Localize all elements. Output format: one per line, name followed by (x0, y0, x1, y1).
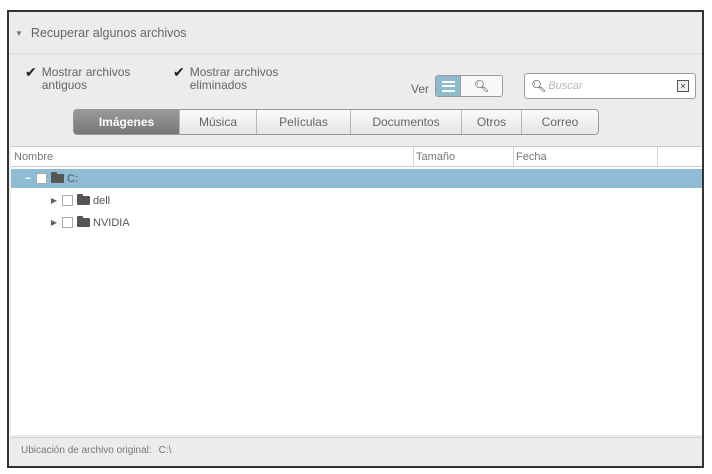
tab-musica[interactable]: Música (180, 110, 257, 134)
row-name: NVIDIA (93, 216, 130, 229)
expand-arrow-icon[interactable]: ▶ (49, 196, 59, 205)
search-icon: 🔍︎ (473, 79, 490, 93)
collapse-icon[interactable]: ━ (23, 174, 33, 183)
file-tree-table: Nombre Tamaño Fecha ━ C: ▶ dell ▶ NVIDIA (11, 146, 702, 435)
show-deleted-files-checkbox[interactable]: ✔ Mostrar archivos eliminados (173, 64, 310, 92)
recover-files-panel: ▼ Recuperar algunos archivos ✔ Mostrar a… (7, 10, 704, 468)
show-old-files-label: Mostrar archivos antiguos (41, 65, 131, 92)
original-location-value: C:\ (158, 445, 172, 456)
tab-peliculas[interactable]: Películas (257, 110, 351, 134)
original-location-label: Ubicación de archivo original: (21, 445, 152, 456)
folder-icon (51, 172, 64, 183)
row-checkbox[interactable] (62, 195, 73, 206)
tree-row-c[interactable]: ━ C: (11, 169, 702, 188)
checkmark-icon: ✔ (173, 64, 185, 80)
view-mode-toggle: 🔍︎ (435, 75, 503, 97)
table-header: Nombre Tamaño Fecha (11, 147, 702, 167)
folder-icon (77, 194, 90, 205)
folder-icon (77, 216, 90, 227)
options-bar: ✔ Mostrar archivos antiguos ✔ Mostrar ar… (9, 56, 702, 106)
panel-header[interactable]: ▼ Recuperar algunos archivos (9, 12, 702, 54)
collapse-triangle-icon[interactable]: ▼ (15, 29, 23, 38)
checkmark-icon: ✔ (25, 64, 37, 80)
row-name: dell (93, 194, 111, 207)
tab-otros[interactable]: Otros (462, 110, 522, 134)
expand-arrow-icon[interactable]: ▶ (49, 218, 59, 227)
list-view-button[interactable] (436, 76, 461, 96)
search-icon: 🔍︎ (531, 79, 547, 93)
column-header-date[interactable]: Fecha (514, 147, 658, 167)
view-label: Ver (411, 82, 430, 96)
tab-documentos[interactable]: Documentos (351, 110, 462, 134)
clear-search-icon[interactable]: × (677, 80, 689, 92)
row-name: C: (67, 172, 78, 185)
column-header-name[interactable]: Nombre (11, 147, 414, 167)
row-checkbox[interactable] (36, 173, 47, 184)
search-box: 🔍︎ × (524, 73, 696, 99)
row-checkbox[interactable] (62, 217, 73, 228)
show-deleted-files-label: Mostrar archivos eliminados (189, 65, 279, 92)
show-old-files-checkbox[interactable]: ✔ Mostrar archivos antiguos (25, 64, 132, 92)
tree-row-nvidia[interactable]: ▶ NVIDIA (11, 213, 702, 232)
list-icon (441, 80, 455, 92)
panel-title: Recuperar algunos archivos (30, 25, 187, 40)
tab-correo[interactable]: Correo (522, 110, 598, 134)
tab-imagenes[interactable]: Imágenes (74, 110, 180, 134)
search-view-button[interactable]: 🔍︎ (461, 76, 502, 96)
category-tabs: Imágenes Música Películas Documentos Otr… (73, 109, 599, 135)
search-input[interactable] (548, 80, 669, 92)
status-bar: Ubicación de archivo original: C:\ (11, 437, 702, 463)
column-header-size[interactable]: Tamaño (414, 147, 514, 167)
tree-row-dell[interactable]: ▶ dell (11, 191, 702, 210)
